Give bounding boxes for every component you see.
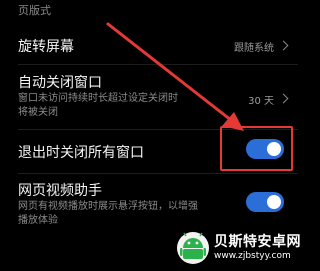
- toggle-knob: [267, 195, 281, 209]
- web-video-helper-toggle[interactable]: [246, 192, 284, 212]
- web-video-helper-description-line1: 网页有视频播放时展示悬浮按钮，以增强: [18, 201, 198, 212]
- divider: [18, 64, 298, 65]
- chevron-right-icon: [278, 93, 289, 104]
- web-video-helper-title: 网页视频助手: [18, 183, 102, 199]
- watermark-url: www.zjbstyy.com: [214, 251, 291, 261]
- auto-close-windows-value: 30 天: [248, 96, 274, 107]
- android-robot-logo-icon: [177, 232, 209, 264]
- divider: [18, 173, 298, 174]
- close-all-on-exit-title: 退出时关闭所有窗口: [18, 145, 144, 161]
- rotate-screen-title: 旋转屏幕: [18, 39, 74, 55]
- auto-close-windows-description-line1: 窗口未访问持续时长超过设定关闭时: [18, 93, 178, 104]
- auto-close-windows-description-line2: 将被关闭: [18, 107, 58, 118]
- chevron-right-icon: [278, 40, 289, 51]
- section-header: 页版式: [18, 4, 51, 17]
- watermark-title: 贝斯特安卓网: [214, 234, 301, 250]
- watermark: 贝斯特安卓网 www.zjbstyy.com: [174, 226, 301, 268]
- annotation-highlight-box: [220, 126, 293, 171]
- rotate-screen-value: 跟随系统: [234, 43, 274, 54]
- web-video-helper-description-line2: 播放体验: [18, 215, 58, 226]
- auto-close-windows-title: 自动关闭窗口: [18, 75, 102, 91]
